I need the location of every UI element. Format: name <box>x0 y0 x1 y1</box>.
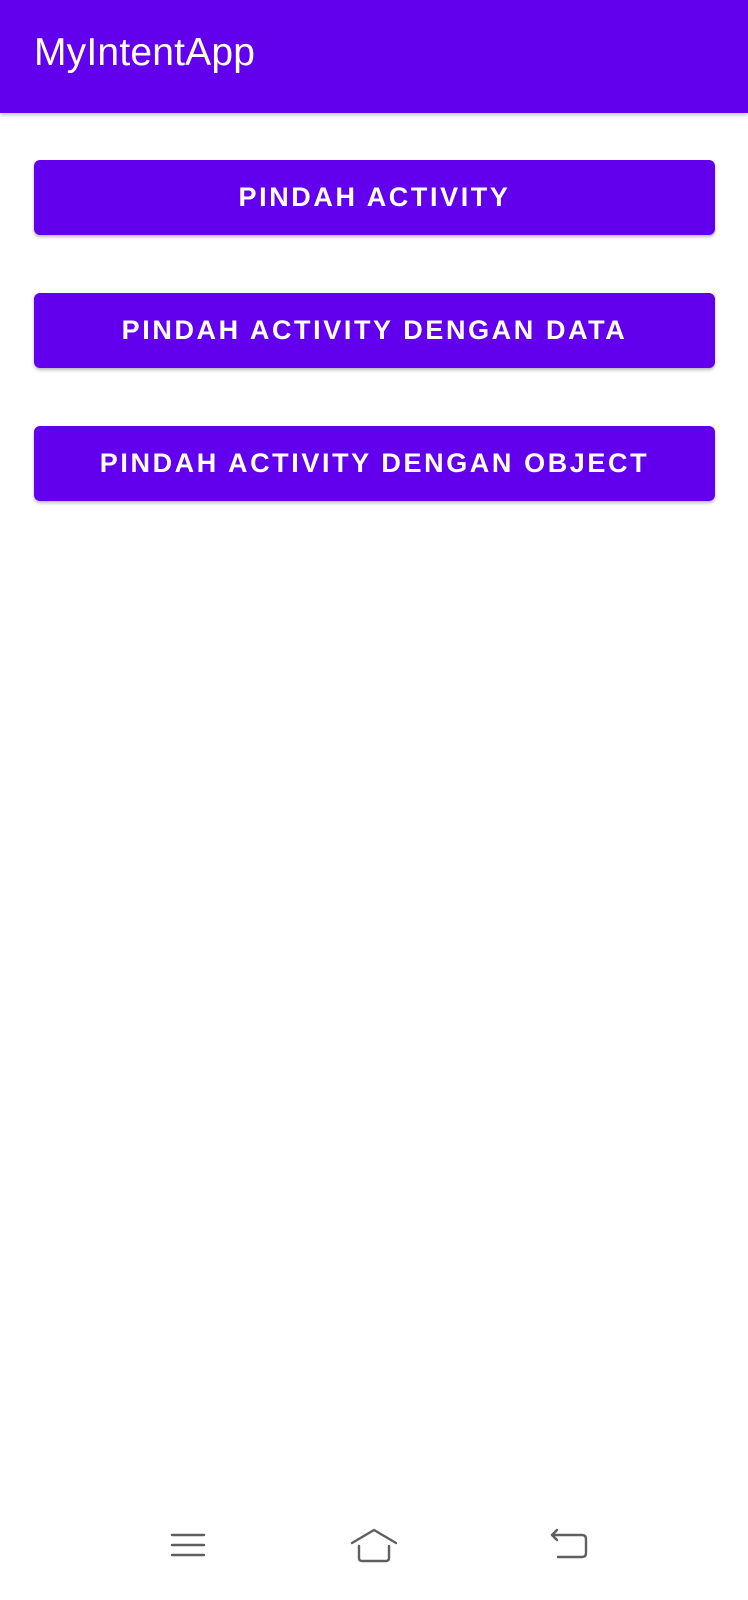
menu-icon[interactable] <box>158 1520 218 1570</box>
app-bar: MyIntentApp <box>0 0 748 113</box>
app-title: MyIntentApp <box>34 30 256 74</box>
home-icon[interactable] <box>344 1520 404 1570</box>
pindah-activity-dengan-data-button[interactable]: PINDAH ACTIVITY DENGAN DATA <box>34 293 715 368</box>
main-content: PINDAH ACTIVITY PINDAH ACTIVITY DENGAN D… <box>34 160 715 559</box>
pindah-activity-dengan-object-button[interactable]: PINDAH ACTIVITY DENGAN OBJECT <box>34 426 715 501</box>
system-navigation-bar <box>0 1490 748 1600</box>
pindah-activity-button[interactable]: PINDAH ACTIVITY <box>34 160 715 235</box>
back-icon[interactable] <box>540 1520 600 1570</box>
